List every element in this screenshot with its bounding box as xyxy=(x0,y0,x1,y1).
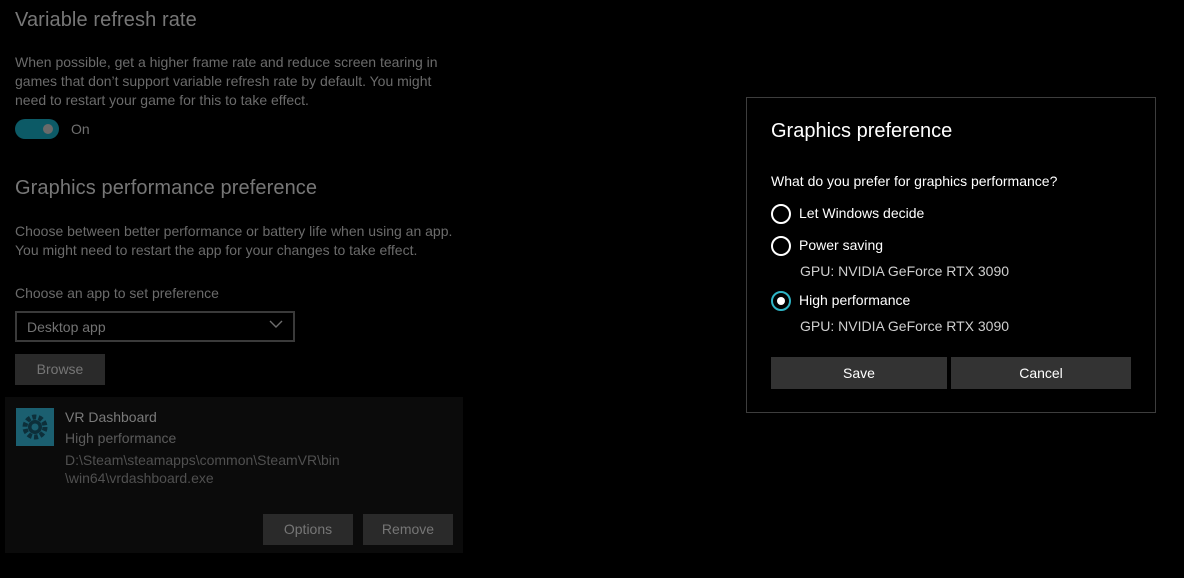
app-type-dropdown[interactable]: Desktop app xyxy=(15,311,295,342)
chevron-down-icon xyxy=(269,320,283,328)
save-button[interactable]: Save xyxy=(771,357,947,389)
toggle-knob xyxy=(43,124,53,134)
gpp-heading: Graphics performance preference xyxy=(15,177,318,199)
graphics-preference-dialog: Graphics preference What do you prefer f… xyxy=(746,97,1156,413)
dialog-question: What do you prefer for graphics performa… xyxy=(771,173,1058,189)
app-path-line: \win64\vrdashboard.exe xyxy=(65,470,214,486)
radio-power-saving[interactable]: Power saving xyxy=(771,236,1071,256)
gpp-description-line: Choose between better performance or bat… xyxy=(15,223,453,239)
radio-dot xyxy=(777,297,785,305)
radio-button-selected[interactable] xyxy=(771,291,791,311)
gpp-description-line: You might need to restart the app for yo… xyxy=(15,242,418,258)
radio-high-performance[interactable]: High performance xyxy=(771,291,1071,311)
app-list-item[interactable]: VR Dashboard High performance D:\Steam\s… xyxy=(5,397,463,553)
radio-button[interactable] xyxy=(771,236,791,256)
vrr-heading: Variable refresh rate xyxy=(15,9,197,31)
app-path-line: D:\Steam\steamapps\common\SteamVR\bin xyxy=(65,452,340,468)
gpp-description: Choose between better performance or bat… xyxy=(15,222,452,260)
radio-label: Let Windows decide xyxy=(799,205,925,221)
gear-icon xyxy=(22,414,48,440)
app-name: VR Dashboard xyxy=(65,409,157,425)
vrr-description-line: need to restart your game for this to ta… xyxy=(15,92,309,108)
power-saving-gpu: GPU: NVIDIA GeForce RTX 3090 xyxy=(800,263,1010,279)
radio-label: Power saving xyxy=(799,237,884,253)
radio-let-windows-decide[interactable]: Let Windows decide xyxy=(771,204,1071,224)
settings-background: Variable refresh rate When possible, get… xyxy=(0,0,700,578)
cancel-button[interactable]: Cancel xyxy=(951,357,1131,389)
radio-button[interactable] xyxy=(771,204,791,224)
choose-app-label: Choose an app to set preference xyxy=(15,285,219,301)
vrr-toggle[interactable] xyxy=(15,119,59,139)
dropdown-value: Desktop app xyxy=(27,319,106,335)
options-button[interactable]: Options xyxy=(263,514,353,545)
dialog-title: Graphics preference xyxy=(771,120,953,142)
settings-page: Variable refresh rate When possible, get… xyxy=(0,0,1184,578)
remove-button[interactable]: Remove xyxy=(363,514,453,545)
browse-button[interactable]: Browse xyxy=(15,354,105,385)
vrr-description: When possible, get a higher frame rate a… xyxy=(15,53,438,110)
app-path: D:\Steam\steamapps\common\SteamVR\bin \w… xyxy=(65,451,340,487)
app-preference: High performance xyxy=(65,430,177,446)
high-performance-gpu: GPU: NVIDIA GeForce RTX 3090 xyxy=(800,318,1010,334)
vrr-description-line: games that don’t support variable refres… xyxy=(15,73,432,89)
radio-label: High performance xyxy=(799,292,911,308)
vrr-toggle-label: On xyxy=(71,121,90,137)
vrr-description-line: When possible, get a higher frame rate a… xyxy=(15,54,438,70)
app-icon xyxy=(16,408,54,446)
